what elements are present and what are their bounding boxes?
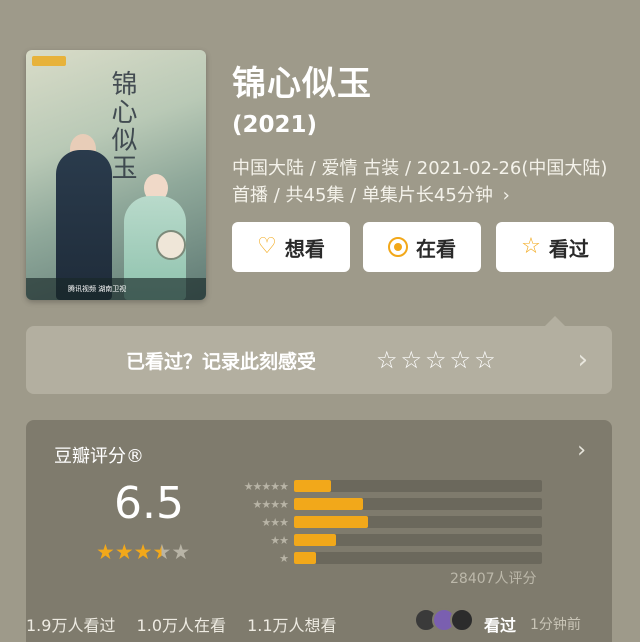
rating-distribution-stars: ★★: [270, 533, 289, 547]
friend-action: 看过: [484, 616, 517, 635]
star-empty-icon: ★: [171, 540, 191, 564]
want-to-watch-button[interactable]: ♡ 想看: [232, 222, 350, 272]
watching-button[interactable]: 在看: [363, 222, 481, 272]
rating-distribution-stars: ★★★: [261, 515, 289, 529]
avatar: [450, 608, 474, 632]
circle-dot-icon: [388, 237, 408, 257]
rater-count: 28407人评分: [450, 571, 537, 587]
watched-count[interactable]: 1.9万人看过: [26, 616, 115, 635]
poster-badge: [32, 56, 66, 66]
star-filled-icon: ★★★: [96, 540, 153, 564]
record-prompt: 已看过？记录此刻感受: [126, 350, 317, 373]
record-bar-pointer: [545, 316, 565, 326]
rating-distribution-bar: [294, 516, 368, 528]
rating-label: 豆瓣评分®: [54, 446, 144, 467]
rating-distribution-row: ★★★: [224, 515, 542, 529]
rating-distribution-track: [294, 498, 542, 510]
rating-distribution-track: [294, 534, 542, 546]
record-feeling-bar[interactable]: 已看过？记录此刻感受 ☆☆☆☆☆ ›: [26, 326, 612, 394]
record-star-rating[interactable]: ☆☆☆☆☆: [376, 346, 499, 374]
rating-distribution-bar: [294, 552, 316, 564]
rating-distribution-row: ★★★★★: [224, 479, 542, 493]
rating-distribution-track: [294, 516, 542, 528]
movie-meta[interactable]: 中国大陆 / 爱情 古装 / 2021-02-26(中国大陆)首播 / 共45集…: [232, 155, 612, 209]
rating-distribution-row: ★★★★: [224, 497, 542, 511]
friend-avatars[interactable]: [414, 608, 474, 632]
rating-distribution-row: ★: [224, 551, 542, 565]
rating-distribution-stars: ★: [279, 551, 289, 565]
watching-label: 在看: [416, 236, 456, 261]
rating-distribution-row: ★★: [224, 533, 542, 547]
watched-button[interactable]: ☆ 看过: [496, 222, 614, 272]
chevron-right-icon: ›: [577, 438, 586, 463]
movie-year: (2021): [232, 112, 318, 138]
movie-title: 锦心似玉: [232, 64, 372, 104]
rating-distribution-bar: [294, 534, 336, 546]
chevron-right-icon: ›: [577, 345, 588, 375]
chevron-right-icon: ›: [502, 185, 510, 206]
viewer-stats: 1.9万人看过 1.0万人在看 1.1万人想看: [26, 612, 353, 636]
star-half-icon: ★: [152, 540, 172, 564]
rating-score: 6.5: [114, 478, 184, 529]
movie-meta-text: 中国大陆 / 爱情 古装 / 2021-02-26(中国大陆)首播 / 共45集…: [232, 158, 608, 206]
poster-fan: [156, 230, 186, 260]
rating-distribution-bar: [294, 480, 331, 492]
want-to-watch-label: 想看: [284, 236, 325, 261]
douban-rating-card[interactable]: 豆瓣评分® › 6.5 ★★★★★ ★★★★★ ★★★★ ★★★ ★★ ★ 28407人…: [26, 420, 612, 642]
friend-action-time: 1分钟前: [530, 617, 581, 633]
watching-count[interactable]: 1.0万人在看: [137, 616, 226, 635]
poster-footer: 腾讯视频 湖南卫视: [26, 278, 206, 300]
rating-distribution-track: [294, 552, 542, 564]
poster-image[interactable]: 锦心似玉 腾讯视频 湖南卫视: [26, 50, 206, 300]
rating-distribution-bar: [294, 498, 363, 510]
rating-distribution-stars: ★★★★: [252, 497, 289, 511]
watched-label: 看过: [548, 236, 589, 261]
rating-stars: ★★★★★: [96, 540, 190, 564]
star-outline-icon: ☆: [521, 234, 541, 259]
rating-distribution-track: [294, 480, 542, 492]
wanted-count[interactable]: 1.1万人想看: [247, 616, 336, 635]
heart-plus-icon: ♡: [257, 234, 277, 259]
rating-distribution-stars: ★★★★★: [243, 479, 289, 493]
